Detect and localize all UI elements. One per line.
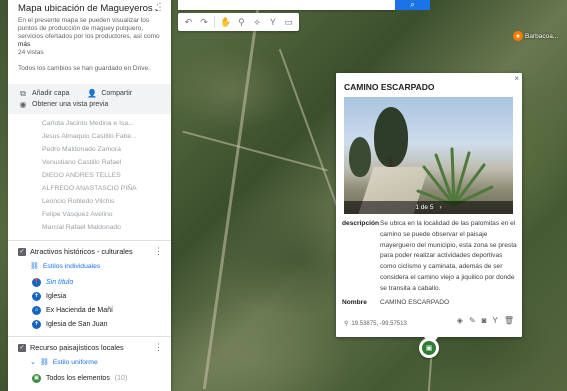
layer-landscape: ✓ Recurso paisajísticos locales ⋮ ⌄ ⛓ Es… <box>8 336 171 385</box>
layer-item[interactable]: 📍 Sin título <box>32 275 163 289</box>
delete-icon[interactable]: 🗑 <box>504 316 514 325</box>
layer-style-link[interactable]: Estilos individuales <box>43 263 100 270</box>
more-options-icon[interactable]: ⋮ <box>155 2 165 13</box>
route-icon[interactable]: Y <box>266 15 281 29</box>
list-item[interactable]: Marcial Rafael Maldonado <box>42 221 171 234</box>
field-value: Se ubica en la localidad de las palomita… <box>380 220 517 292</box>
pin-icon: 📍 <box>32 277 41 287</box>
field-label: Nombre <box>342 299 367 306</box>
landscape-icon: ▣ <box>32 373 41 383</box>
feature-photo[interactable]: 1 de 5 › <box>344 97 513 214</box>
photo-tree <box>349 137 371 177</box>
add-layer-button[interactable]: Añadir capa <box>32 90 69 97</box>
photo-navigation: 1 de 5 › <box>344 201 513 214</box>
layer-item[interactable]: ⌂ Ex Hacienda de Mañí <box>32 303 163 317</box>
close-icon[interactable]: × <box>514 74 519 83</box>
layer-item[interactable]: ✝ Iglesia <box>32 289 163 303</box>
layer-item[interactable]: ▣ Todos los elementos (10) <box>32 371 163 385</box>
church-icon: ✝ <box>32 291 41 301</box>
building-icon: ⌂ <box>32 305 41 315</box>
layer-historic: ✓ Atractivos históricos - culturales ⋮ ⛓… <box>8 240 171 331</box>
field-label: descripción <box>342 220 380 227</box>
map-title[interactable]: Mapa ubicación de Magueyeros Ji... <box>18 3 158 14</box>
camera-icon[interactable]: ◙ <box>482 316 487 325</box>
chevron-down-icon[interactable]: ⌄ <box>30 358 36 366</box>
next-photo-icon[interactable]: › <box>439 204 441 211</box>
photo-agave <box>416 147 494 207</box>
description-text: En el presente mapa se pueden visualizar… <box>18 17 160 40</box>
church-icon: ✝ <box>32 319 41 329</box>
ruler-icon[interactable]: ▭ <box>281 15 296 29</box>
coordinates-text: 19.53875, -99.57513 <box>351 320 407 327</box>
layer-options-icon[interactable]: ⋮ <box>154 246 163 257</box>
feature-list: Carlota Jacinto Medina e Isa... Jesus Al… <box>8 114 171 234</box>
description-field: descripción Se ubica en la localidad de … <box>342 219 520 295</box>
more-link[interactable]: más <box>18 41 30 48</box>
map-search-input[interactable] <box>178 0 395 10</box>
item-count: (10) <box>114 374 128 382</box>
photo-counter: 1 de 5 <box>415 204 434 211</box>
layers-panel: Mapa ubicación de Magueyeros Ji... ⋮ En … <box>8 0 171 391</box>
layer-options-icon[interactable]: ⋮ <box>154 342 163 353</box>
panel-actions: ⧉ Añadir capa 👤 Compartir ◉ Obtener una … <box>8 84 171 114</box>
map-toolbar: ↶ ↷ ✋ ⚲ ⟡ Y ▭ <box>178 13 299 31</box>
add-layer-icon: ⧉ <box>20 88 26 98</box>
hand-icon[interactable]: ✋ <box>218 15 233 29</box>
list-item[interactable]: Felipe Vásquez Avelino <box>42 208 171 221</box>
list-item[interactable]: Leoncio Robledo Vilchis <box>42 195 171 208</box>
layer-style-link[interactable]: Estilo uniforme <box>53 359 98 366</box>
list-item[interactable]: Venustiano Castillo Rafael <box>42 156 171 169</box>
preview-icon: ◉ <box>19 100 27 109</box>
style-icon: ⛓ <box>30 263 39 270</box>
route-icon[interactable]: Y <box>493 316 498 325</box>
list-item[interactable]: ALFREDO ANASTASCIO PIÑA <box>42 182 171 195</box>
list-item[interactable]: Carlota Jacinto Medina e Isa... <box>42 117 171 130</box>
share-button[interactable]: Compartir <box>101 90 132 97</box>
preview-button[interactable]: Obtener una vista previa <box>32 101 108 108</box>
paint-bucket-icon[interactable]: ◈ <box>457 316 463 325</box>
view-count: 24 vistas <box>18 49 44 56</box>
field-value: CAMINO ESCARPADO <box>380 299 450 306</box>
style-icon: ⛓ <box>39 359 49 366</box>
redo-icon[interactable]: ↷ <box>197 15 212 29</box>
layer-checkbox[interactable]: ✓ <box>18 343 26 352</box>
layer-title[interactable]: Recurso paisajísticos locales <box>30 343 124 352</box>
share-icon: 👤 <box>87 89 98 98</box>
popup-title: CAMINO ESCARPADO <box>344 82 435 92</box>
search-icon: ⌕ <box>410 0 415 9</box>
undo-icon[interactable]: ↶ <box>181 15 196 29</box>
save-status: Todos los cambios se han guardado en Dri… <box>18 65 150 72</box>
layer-item[interactable]: ✝ Iglesia de San Juan <box>32 317 163 331</box>
selected-map-marker[interactable]: ▣ <box>419 338 439 358</box>
list-item[interactable]: DIEGO ANDRES TELLES <box>42 169 171 182</box>
list-item[interactable]: Pedro Maldonado Zamora <box>42 143 171 156</box>
layer-title[interactable]: Atractivos históricos - culturales <box>30 247 133 256</box>
toolbar-divider <box>214 16 216 28</box>
landscape-icon: ▣ <box>422 341 436 355</box>
line-icon[interactable]: ⟡ <box>250 15 265 29</box>
poi-label: Barbacoa... <box>525 32 559 40</box>
edit-icon[interactable]: ✎ <box>469 316 476 325</box>
map-poi[interactable]: ★ Barbacoa... <box>513 31 558 41</box>
search-button[interactable]: ⌕ <box>395 0 430 10</box>
layer-checkbox[interactable]: ✓ <box>18 247 26 256</box>
feature-info-popup: × CAMINO ESCARPADO 1 de 5 › descripción … <box>336 73 522 346</box>
marker-icon[interactable]: ⚲ <box>234 15 249 29</box>
location-pin-icon: ⚲ <box>344 321 349 327</box>
map-description[interactable]: En el presente mapa se pueden visualizar… <box>18 17 161 49</box>
list-item[interactable]: Jesus Almaquio Castillo Fabe... <box>42 130 171 143</box>
name-field: Nombre CAMINO ESCARPADO <box>342 298 520 309</box>
coordinates: ⚲ 19.53875, -99.57513 <box>344 320 407 328</box>
popup-toolbar: ◈ ✎ ◙ Y 🗑 <box>457 316 514 325</box>
restaurant-icon: ★ <box>513 31 523 41</box>
